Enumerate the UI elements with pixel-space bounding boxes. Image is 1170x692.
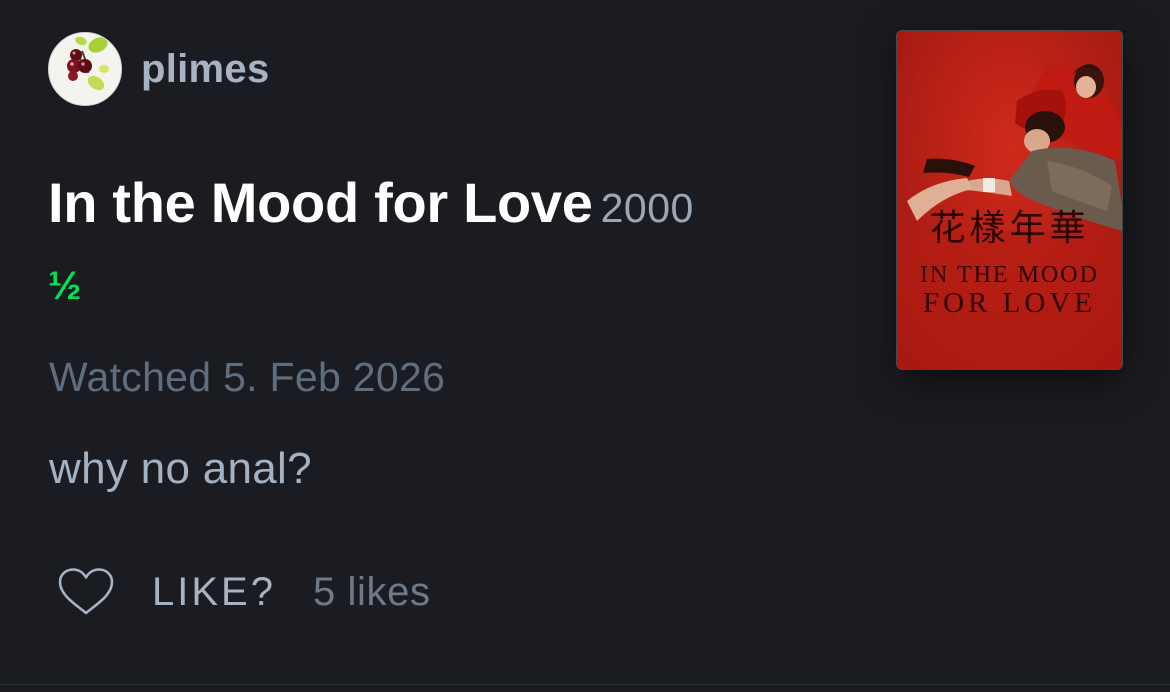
like-row: LIKE? 5 likes (57, 564, 431, 620)
review-text: why no anal? (49, 444, 312, 493)
review-card: plimes In the Mood for Love 2000 ½ Watche… (0, 0, 1170, 692)
film-title[interactable]: In the Mood for Love (48, 171, 593, 234)
film-poster[interactable]: 花樣年華 IN THE MOOD FOR LOVE (897, 31, 1122, 369)
poster-title-line2: FOR LOVE (923, 287, 1096, 319)
watched-date: Watched 5. Feb 2026 (49, 354, 446, 400)
cherries-avatar-icon (49, 33, 121, 105)
divider (0, 684, 1170, 685)
film-year[interactable]: 2000 (601, 185, 694, 231)
film-heading: In the Mood for Love 2000 (48, 170, 694, 235)
poster-title-line1: IN THE MOOD (920, 262, 1099, 288)
like-label[interactable]: LIKE? (152, 570, 276, 615)
likes-count[interactable]: 5 likes (313, 570, 431, 615)
heart-outline-icon (58, 568, 114, 615)
author-username[interactable]: plimes (141, 47, 270, 92)
avatar[interactable] (48, 32, 122, 106)
star-rating: ½ (48, 264, 82, 308)
like-button[interactable]: LIKE? (57, 567, 276, 617)
poster-title-cjk: 花樣年華 (929, 208, 1090, 249)
author-row: plimes (48, 31, 270, 107)
